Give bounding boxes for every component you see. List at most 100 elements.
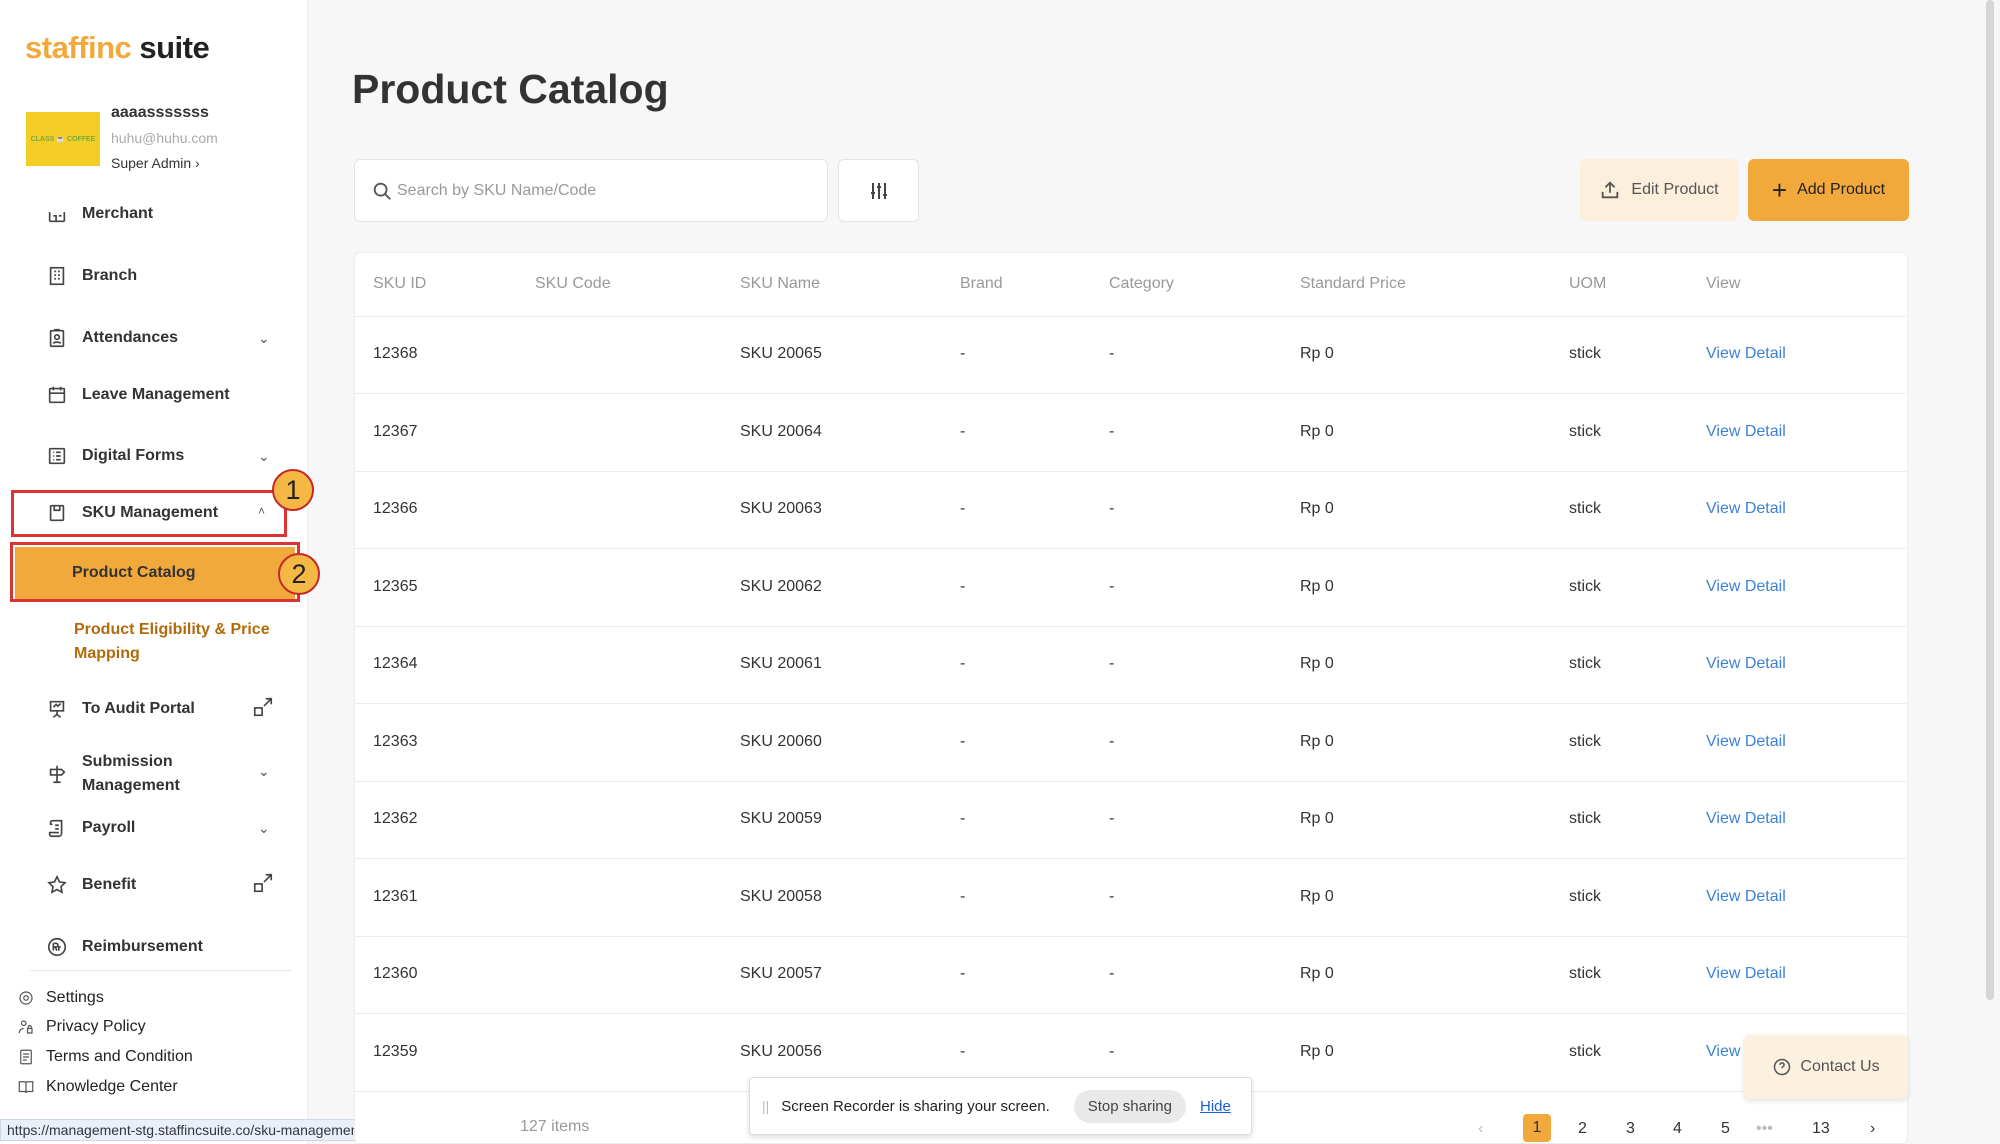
page-button-2[interactable]: 2 [1578, 1114, 1587, 1144]
sidebar-item-merchant[interactable]: Merchant [44, 200, 153, 228]
chevron-down-icon[interactable]: ⌄ [258, 448, 270, 465]
cell-category: - [1109, 500, 1115, 517]
table-header: SKU ID SKU Code SKU Name Brand Category … [355, 253, 1907, 317]
cell-category: - [1109, 422, 1115, 440]
building-icon [44, 264, 70, 288]
chevron-down-icon[interactable]: ⌄ [258, 763, 270, 780]
stop-sharing-button[interactable]: Stop sharing [1073, 1089, 1186, 1123]
contact-us-button[interactable]: Contact Us [1744, 1035, 1908, 1099]
column-header[interactable]: SKU Name [740, 275, 820, 293]
view-detail-link[interactable]: View Detail [1706, 345, 1786, 363]
sidebar-item-label: Reimbursement [82, 938, 203, 955]
cell-price: Rp 0 [1300, 655, 1334, 672]
profile-name: aaaasssssss [111, 104, 209, 121]
cell-uom: stick [1569, 655, 1601, 672]
footer-link-settings[interactable]: Settings [16, 987, 104, 1009]
view-detail-link[interactable]: View Detail [1706, 578, 1786, 596]
page-scrollbar[interactable] [1986, 0, 1994, 1000]
cell-name: SKU 20060 [740, 732, 822, 750]
page-button-5[interactable]: 5 [1721, 1114, 1730, 1144]
column-header[interactable]: SKU ID [373, 275, 426, 293]
cell-category: - [1109, 887, 1115, 905]
table-row: 12361 SKU 20058 - - Rp 0 stick View Detail [355, 860, 1907, 937]
sidebar-item-submission-management[interactable]: Submission Management [44, 750, 232, 800]
chevron-down-icon[interactable]: ⌄ [258, 820, 270, 837]
edit-product-button[interactable]: Edit Product [1580, 159, 1738, 221]
sidebar-item-payroll[interactable]: Payroll [44, 814, 135, 842]
cell-category: - [1109, 655, 1115, 672]
next-page-button[interactable]: › [1870, 1114, 1875, 1144]
sidebar-item-attendances[interactable]: Attendances [44, 324, 178, 352]
column-header[interactable]: Standard Price [1300, 275, 1406, 293]
sidebar-item-reimbursement[interactable]: Reimbursement [44, 933, 203, 961]
cell-price: Rp 0 [1300, 500, 1334, 517]
page-button-4[interactable]: 4 [1673, 1114, 1682, 1144]
search-box[interactable] [354, 159, 828, 222]
view-detail-link[interactable]: View Detail [1706, 965, 1786, 983]
cell-name: SKU 20061 [740, 655, 822, 672]
cell-name: SKU 20058 [740, 887, 822, 905]
cell-price: Rp 0 [1300, 577, 1334, 595]
column-header[interactable]: UOM [1569, 275, 1606, 293]
prev-page-button[interactable]: ‹ [1478, 1114, 1483, 1144]
cell-brand: - [960, 732, 966, 750]
view-detail-link[interactable]: View Detail [1706, 500, 1786, 518]
view-detail-link[interactable]: View [1706, 1043, 1740, 1061]
sidebar-item-to-audit-portal[interactable]: To Audit Portal [44, 695, 195, 723]
view-detail-link[interactable]: View Detail [1706, 810, 1786, 828]
cell-brand: - [960, 655, 966, 672]
sidebar-item-label: Digital Forms [82, 447, 185, 464]
chevron-down-icon[interactable]: ⌄ [258, 330, 270, 347]
table-row: 12360 SKU 20057 - - Rp 0 stick View Detail [355, 937, 1907, 1014]
cell-category: - [1109, 810, 1115, 827]
column-header[interactable]: Brand [960, 275, 1003, 293]
cell-category: - [1109, 965, 1115, 982]
search-input[interactable] [397, 181, 797, 200]
cell-brand: - [960, 577, 966, 595]
table-row: 12366 SKU 20063 - - Rp 0 stick View Detail [355, 472, 1907, 549]
document-icon [16, 1047, 36, 1067]
clipboard-user-icon [44, 326, 70, 350]
drag-handle-icon[interactable]: || [762, 1098, 769, 1114]
help-circle-icon [1774, 1058, 1791, 1076]
external-link-icon[interactable] [252, 872, 274, 894]
staffinc-logo[interactable]: staffinc suite [25, 30, 210, 66]
view-detail-link[interactable]: View Detail [1706, 655, 1786, 673]
page-button-1[interactable]: 1 [1523, 1114, 1551, 1142]
page-ellipsis[interactable]: ••• [1756, 1114, 1773, 1144]
add-product-button[interactable]: + Add Product [1748, 159, 1909, 221]
cell-id: 12361 [373, 887, 418, 905]
cell-price: Rp 0 [1300, 887, 1334, 905]
view-detail-link[interactable]: View Detail [1706, 888, 1786, 906]
sidebar-item-digital-forms[interactable]: Digital Forms [44, 442, 184, 470]
sidebar-item-product-eligibility[interactable]: Product Eligibility & Price Mapping [74, 618, 294, 666]
column-header[interactable]: View [1706, 275, 1740, 293]
column-header[interactable]: SKU Code [535, 275, 611, 293]
sidebar-item-leave-management[interactable]: Leave Management [44, 381, 230, 409]
cell-uom: stick [1569, 965, 1601, 982]
form-icon [44, 444, 70, 468]
column-header[interactable]: Category [1109, 275, 1174, 293]
profile-role[interactable]: Super Admin › [111, 155, 200, 171]
footer-link-terms[interactable]: Terms and Condition [16, 1046, 193, 1068]
star-icon [44, 873, 70, 897]
filter-button[interactable] [838, 159, 919, 222]
view-detail-link[interactable]: View Detail [1706, 733, 1786, 751]
external-link-icon[interactable] [252, 696, 274, 718]
view-detail-link[interactable]: View Detail [1706, 423, 1786, 441]
footer-link-knowledge-center[interactable]: Knowledge Center [16, 1076, 178, 1098]
signpost-icon [44, 762, 70, 786]
sidebar-item-label: Leave Management [82, 386, 230, 403]
footer-link-privacy-policy[interactable]: Privacy Policy [16, 1016, 146, 1038]
cell-uom: stick [1569, 577, 1601, 595]
page-button-13[interactable]: 13 [1812, 1114, 1830, 1144]
cell-price: Rp 0 [1300, 732, 1334, 750]
page-button-3[interactable]: 3 [1626, 1114, 1635, 1144]
sidebar-item-label: Submission Management [82, 753, 180, 794]
hide-link[interactable]: Hide [1200, 1098, 1231, 1115]
cell-price: Rp 0 [1300, 965, 1334, 982]
sidebar-item-branch[interactable]: Branch [44, 262, 137, 290]
sidebar-item-benefit[interactable]: Benefit [44, 871, 136, 899]
cell-id: 12360 [373, 965, 418, 982]
footer-link-label: Terms and Condition [46, 1048, 193, 1065]
